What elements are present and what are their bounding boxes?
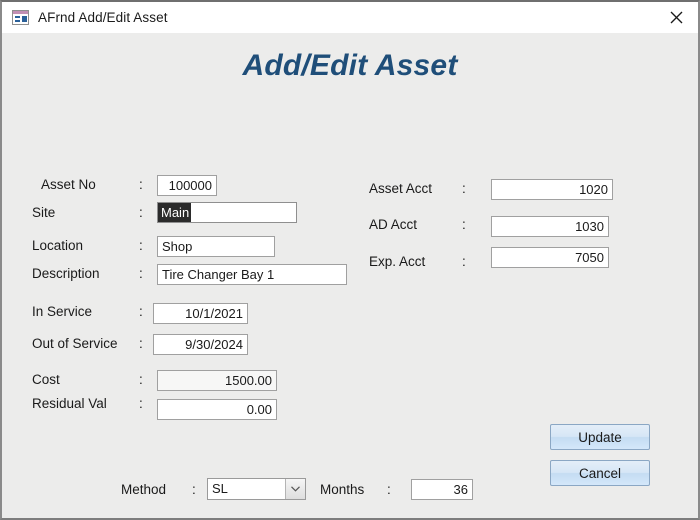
label-in-service: In Service — [32, 304, 92, 319]
colon-in-service: : — [139, 304, 143, 319]
colon-description: : — [139, 266, 143, 281]
description-input[interactable]: Tire Changer Bay 1 — [157, 264, 347, 285]
residual-val-input[interactable]: 0.00 — [157, 399, 277, 420]
window-title: AFrnd Add/Edit Asset — [38, 10, 168, 25]
label-location: Location — [32, 238, 83, 253]
method-select[interactable]: SL — [207, 478, 306, 500]
in-service-date-input[interactable]: 10/1/2021 — [153, 303, 248, 324]
colon-residual-val: : — [139, 396, 143, 411]
site-input-selected-text: Main — [158, 203, 191, 222]
colon-asset-no: : — [139, 177, 143, 192]
label-method: Method — [121, 482, 166, 497]
label-description: Description — [32, 266, 100, 281]
label-months: Months — [320, 482, 364, 497]
page-title: Add/Edit Asset — [2, 49, 698, 83]
label-asset-no: Asset No — [41, 177, 96, 192]
label-out-of-service: Out of Service — [32, 336, 118, 351]
label-cost: Cost — [32, 372, 60, 387]
asset-no-input[interactable]: 100000 — [157, 175, 217, 196]
site-input[interactable]: Main — [157, 202, 297, 223]
cost-input[interactable]: 1500.00 — [157, 370, 277, 391]
update-button[interactable]: Update — [550, 424, 650, 450]
exp-acct-input[interactable]: 7050 — [491, 247, 609, 268]
label-asset-acct: Asset Acct — [369, 181, 432, 196]
colon-asset-acct: : — [462, 181, 466, 196]
location-input[interactable]: Shop — [157, 236, 275, 257]
label-site: Site — [32, 205, 55, 220]
form-window-icon — [12, 10, 29, 25]
cancel-button[interactable]: Cancel — [550, 460, 650, 486]
asset-acct-input[interactable]: 1020 — [491, 179, 613, 200]
label-residual-val: Residual Val — [32, 396, 107, 411]
colon-exp-acct: : — [462, 254, 466, 269]
add-edit-asset-window: AFrnd Add/Edit Asset Add/Edit Asset Asse… — [0, 0, 700, 520]
colon-cost: : — [139, 372, 143, 387]
colon-location: : — [139, 238, 143, 253]
colon-months: : — [387, 482, 391, 497]
colon-ad-acct: : — [462, 217, 466, 232]
form-body: Add/Edit Asset Asset No : Site : Locatio… — [2, 33, 698, 518]
label-exp-acct: Exp. Acct — [369, 254, 425, 269]
colon-out-of-service: : — [139, 336, 143, 351]
chevron-down-icon[interactable] — [285, 479, 305, 499]
months-input[interactable]: 36 — [411, 479, 473, 500]
ad-acct-input[interactable]: 1030 — [491, 216, 609, 237]
title-bar: AFrnd Add/Edit Asset — [2, 2, 698, 34]
label-ad-acct: AD Acct — [369, 217, 417, 232]
out-of-service-date-input[interactable]: 9/30/2024 — [153, 334, 248, 355]
colon-method: : — [192, 482, 196, 497]
method-select-value: SL — [208, 479, 285, 499]
close-icon[interactable] — [654, 2, 698, 32]
colon-site: : — [139, 205, 143, 220]
